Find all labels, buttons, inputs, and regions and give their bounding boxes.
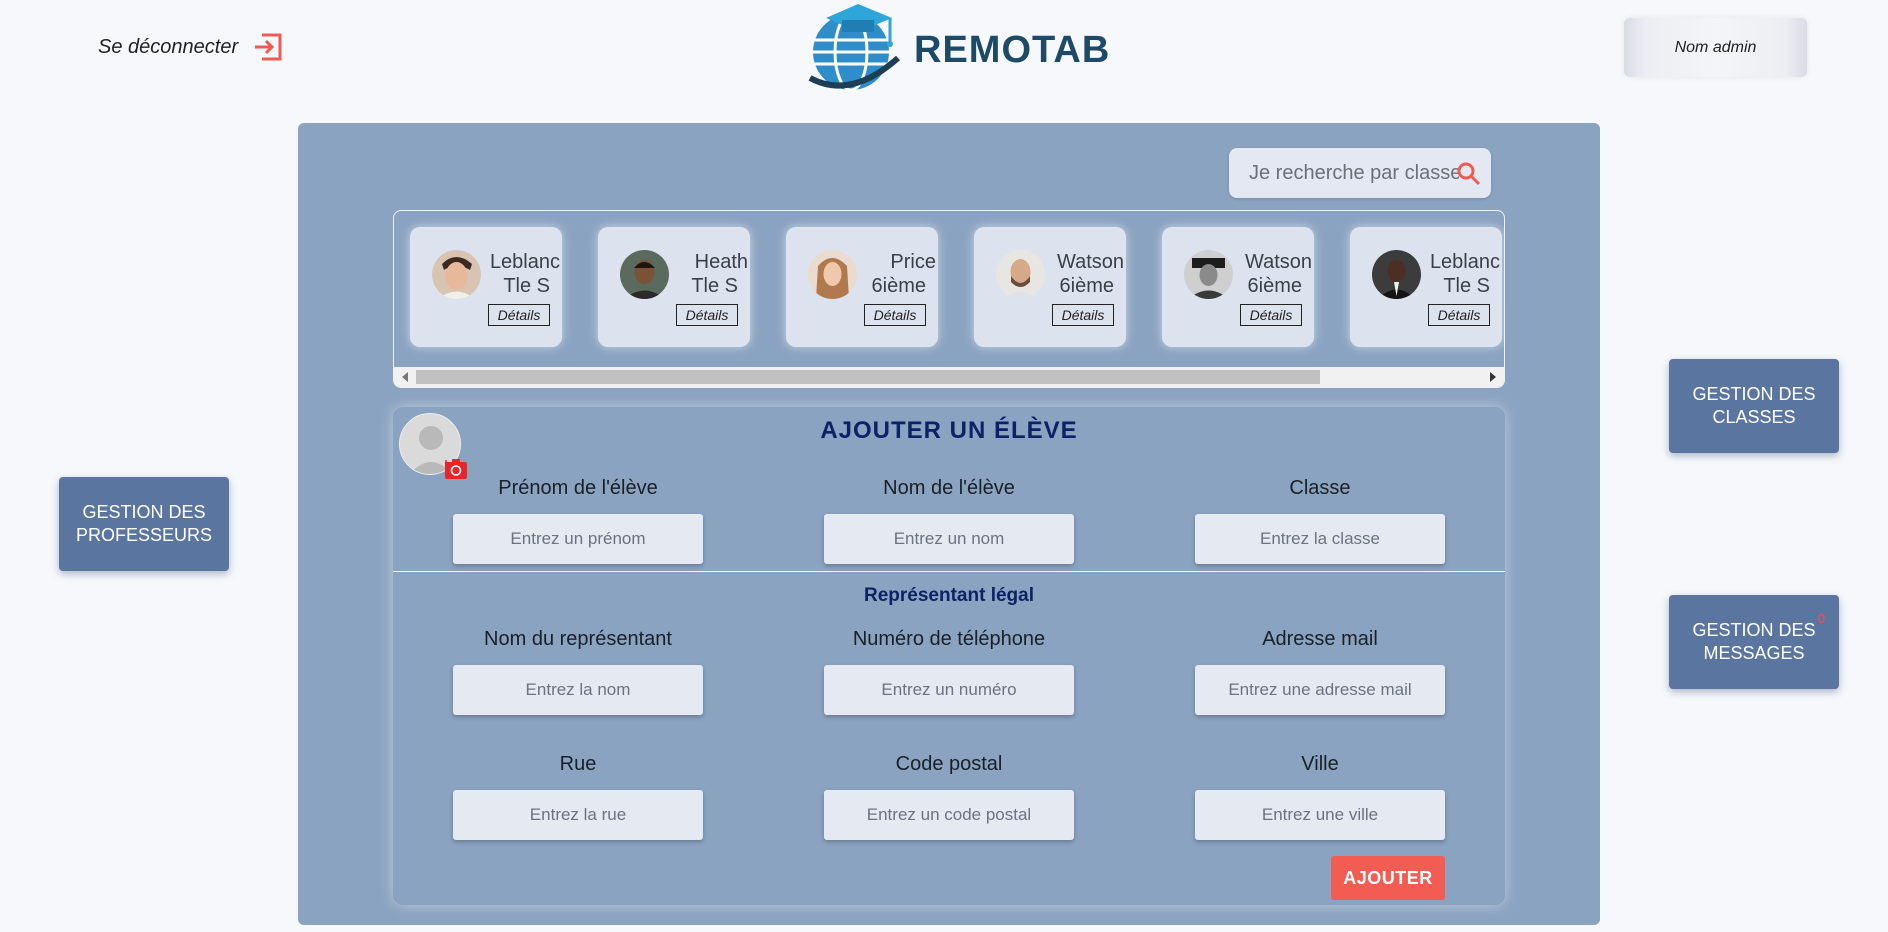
street-label: Rue <box>559 753 597 775</box>
student-class: Tle S <box>691 275 738 297</box>
student-avatar <box>808 250 857 299</box>
student-card[interactable]: Leblanc Tle S Détails <box>1350 227 1502 347</box>
scroll-thumb[interactable] <box>416 370 1320 384</box>
logo-text: REMOTAB <box>914 29 1111 71</box>
students-carousel[interactable]: Leblanc Tle S Détails Heath Tle S Détail… <box>393 210 1505 388</box>
details-button[interactable]: Détails <box>1428 304 1490 326</box>
zip-field[interactable] <box>824 790 1074 840</box>
representative-name-label: Nom du représentant <box>484 628 672 650</box>
student-card[interactable]: Leblanc Tle S Détails <box>410 227 562 347</box>
city-label: Ville <box>1301 753 1339 775</box>
search-icon[interactable] <box>1457 162 1481 191</box>
representative-name-field[interactable] <box>453 665 703 715</box>
phone-field[interactable] <box>824 665 1074 715</box>
camera-icon[interactable] <box>444 459 467 479</box>
firstname-label: Prénom de l'élève <box>498 477 658 499</box>
manage-classes-button[interactable]: GESTION DES CLASSES <box>1669 359 1839 453</box>
student-avatar <box>1184 250 1233 299</box>
lastname-label: Nom de l'élève <box>883 477 1015 499</box>
city-field[interactable] <box>1195 790 1445 840</box>
carousel-scrollbar[interactable] <box>394 367 1504 387</box>
student-card[interactable]: Watson 6ième Détails <box>1162 227 1314 347</box>
street-field[interactable] <box>453 790 703 840</box>
admin-name-box[interactable]: Nom admin <box>1624 18 1807 77</box>
student-class: 6ième <box>1247 275 1302 297</box>
class-label: Classe <box>1289 477 1351 499</box>
firstname-field[interactable] <box>453 514 703 564</box>
scroll-right-arrow-icon[interactable] <box>1490 372 1496 382</box>
student-card[interactable]: Price 6ième Détails <box>786 227 938 347</box>
student-card[interactable]: Watson 6ième Détails <box>974 227 1126 347</box>
phone-label: Numéro de téléphone <box>852 628 1046 650</box>
details-button[interactable]: Détails <box>488 304 550 326</box>
add-student-button[interactable]: AJOUTER <box>1331 856 1445 900</box>
logout-icon <box>252 32 284 62</box>
student-name: Watson <box>1056 251 1124 273</box>
form-title: AJOUTER UN ÉLÈVE <box>820 417 1078 444</box>
student-name: Price <box>890 251 936 273</box>
messages-count-badge: 0 <box>1817 611 1825 626</box>
zip-label: Code postal <box>895 753 1003 775</box>
scroll-left-arrow-icon[interactable] <box>402 372 408 382</box>
manage-messages-button[interactable]: GESTION DES MESSAGES 0 <box>1669 595 1839 689</box>
student-class: 6ième <box>1059 275 1114 297</box>
legal-representative-title: Représentant légal <box>864 585 1034 606</box>
student-avatar <box>432 250 481 299</box>
logout-label: Se déconnecter <box>98 35 239 58</box>
details-button[interactable]: Détails <box>1240 304 1302 326</box>
class-field[interactable] <box>1195 514 1445 564</box>
search-input[interactable] <box>1249 161 1459 185</box>
student-class: Tle S <box>503 275 550 297</box>
email-label: Adresse mail <box>1262 628 1378 650</box>
logout-button[interactable]: Se déconnecter <box>98 32 284 62</box>
search-box[interactable] <box>1229 148 1491 198</box>
globe-logo-icon <box>806 0 906 101</box>
student-name: Leblanc <box>489 251 560 273</box>
details-button[interactable]: Détails <box>676 304 738 326</box>
student-name: Leblanc <box>1429 251 1500 273</box>
student-card[interactable]: Heath Tle S Détails <box>598 227 750 347</box>
admin-name: Nom admin <box>1674 38 1757 56</box>
student-name: Watson <box>1244 251 1312 273</box>
lastname-field[interactable] <box>824 514 1074 564</box>
student-class: 6ième <box>871 275 926 297</box>
manage-teachers-button[interactable]: GESTION DES PROFESSEURS <box>59 477 229 571</box>
student-avatar <box>1372 250 1421 299</box>
student-name: Heath <box>694 251 748 273</box>
add-student-form: AJOUTER UN ÉLÈVE Prénom de l'élève Nom d… <box>393 407 1505 905</box>
details-button[interactable]: Détails <box>1052 304 1114 326</box>
logo: REMOTAB <box>806 0 1110 101</box>
student-class: Tle S <box>1443 275 1490 297</box>
details-button[interactable]: Détails <box>864 304 926 326</box>
student-avatar <box>996 250 1045 299</box>
student-avatar <box>620 250 669 299</box>
form-divider <box>393 571 1505 572</box>
email-field[interactable] <box>1195 665 1445 715</box>
manage-messages-label: GESTION DES MESSAGES <box>1692 620 1816 663</box>
